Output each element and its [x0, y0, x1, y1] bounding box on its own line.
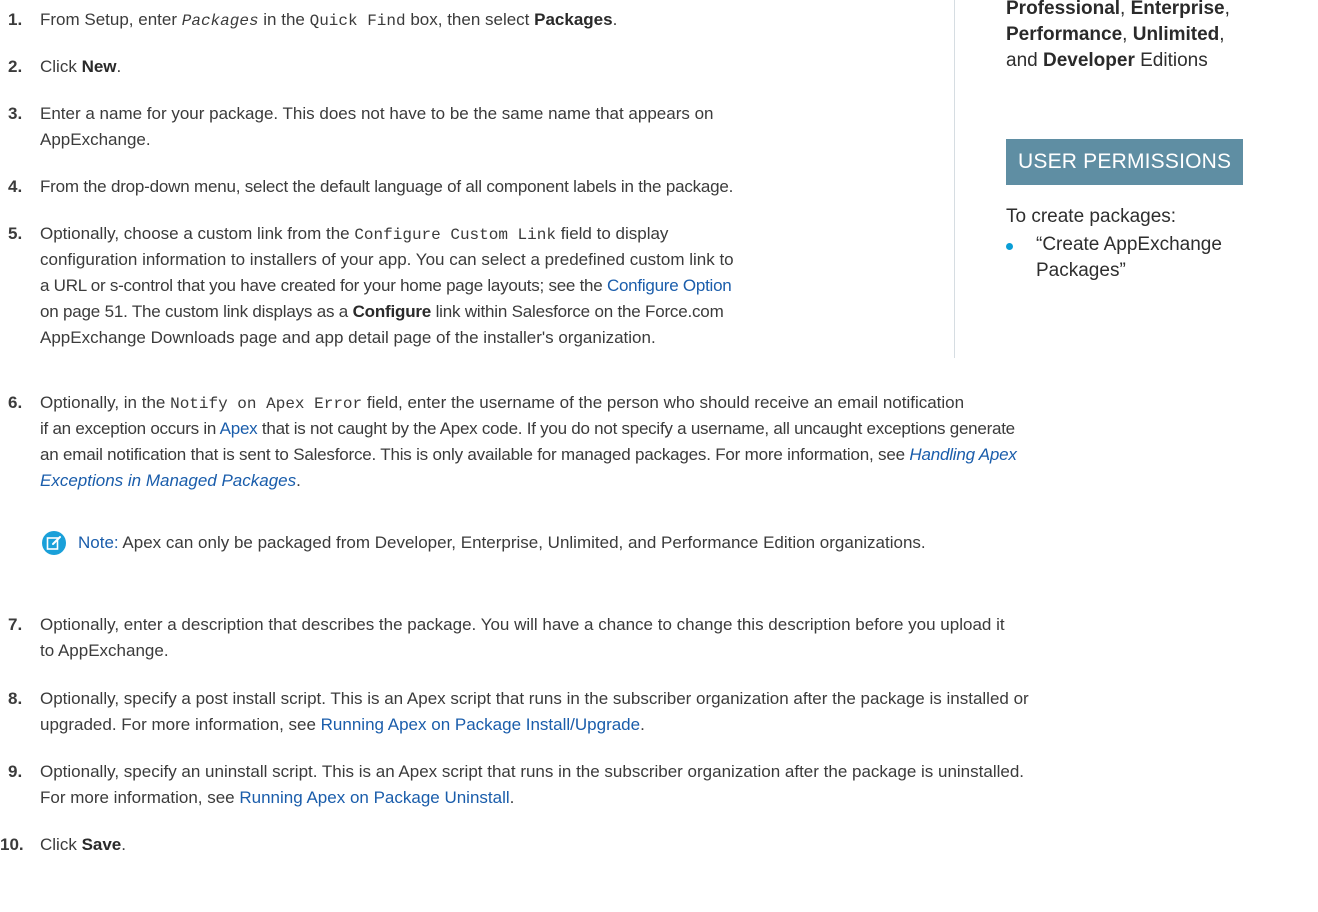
step-text-line: Optionally, enter a description that des… [40, 615, 1005, 634]
step-number: 7. [8, 615, 23, 634]
edit-note-icon [42, 531, 66, 555]
handling-apex-exceptions-link[interactable]: Handling Apex [909, 445, 1017, 464]
step-number: 6. [8, 393, 23, 412]
step-text-line: For more information, see Running Apex o… [40, 788, 515, 807]
step-number: 10. [0, 835, 24, 854]
permission-item: “Create AppExchange Packages” [1036, 234, 1222, 281]
step-text-line: upgraded. For more information, see Runn… [40, 715, 645, 734]
step-text-line: an email notification that is sent to Sa… [40, 445, 1017, 464]
step-text-line: Optionally, specify a post install scrip… [40, 689, 1029, 708]
user-permissions-header: USER PERMISSIONS [1006, 139, 1244, 185]
step-text-line: Optionally, in the Notify on Apex Error … [40, 393, 965, 413]
step-text-line: Optionally, choose a custom link from th… [40, 224, 669, 244]
step-text-line: AppExchange Downloads page and app detai… [40, 328, 656, 347]
step-text-line: Exceptions in Managed Packages. [40, 471, 301, 490]
note-text: Note: Apex can only be packaged from Dev… [78, 533, 926, 552]
bullet-icon [1006, 243, 1013, 250]
step-text: From Setup, enter Packages in the Quick … [40, 10, 618, 30]
configure-option-link[interactable]: Configure Option [607, 276, 732, 295]
step-text: Click New. [40, 57, 122, 76]
running-apex-install-link[interactable]: Running Apex on Package Install/Upgrade [321, 715, 640, 734]
step-text: From the drop-down menu, select the defa… [40, 177, 734, 196]
step-number: 3. [8, 104, 23, 123]
running-apex-uninstall-link[interactable]: Running Apex on Package Uninstall [239, 788, 509, 807]
permissions-intro: To create packages: [1006, 206, 1177, 227]
step-number: 8. [8, 689, 23, 708]
step-text-line: a URL or s-control that you have created… [40, 276, 732, 295]
step-text-line: on page 51. The custom link displays as … [40, 302, 724, 321]
step-number: 4. [8, 177, 23, 196]
step-text: Click Save. [40, 835, 126, 854]
step-number: 5. [8, 224, 23, 243]
step-text-line: AppExchange. [40, 130, 151, 149]
editions-list: Professional, Enterprise, Performance, U… [1006, 0, 1230, 71]
step-text-line: Enter a name for your package. This does… [40, 104, 714, 123]
step-number: 1. [8, 10, 23, 29]
step-text-line: configuration information to installers … [40, 250, 734, 269]
step-text-line: if an exception occurs in Apex that is n… [40, 419, 1015, 438]
step-text-line: to AppExchange. [40, 641, 169, 660]
apex-link[interactable]: Apex [220, 419, 258, 438]
step-text-line: Optionally, specify an uninstall script.… [40, 762, 1024, 781]
step-number: 9. [8, 762, 23, 781]
step-number: 2. [8, 57, 23, 76]
handling-apex-exceptions-link-cont[interactable]: Exceptions in Managed Packages [40, 471, 296, 490]
